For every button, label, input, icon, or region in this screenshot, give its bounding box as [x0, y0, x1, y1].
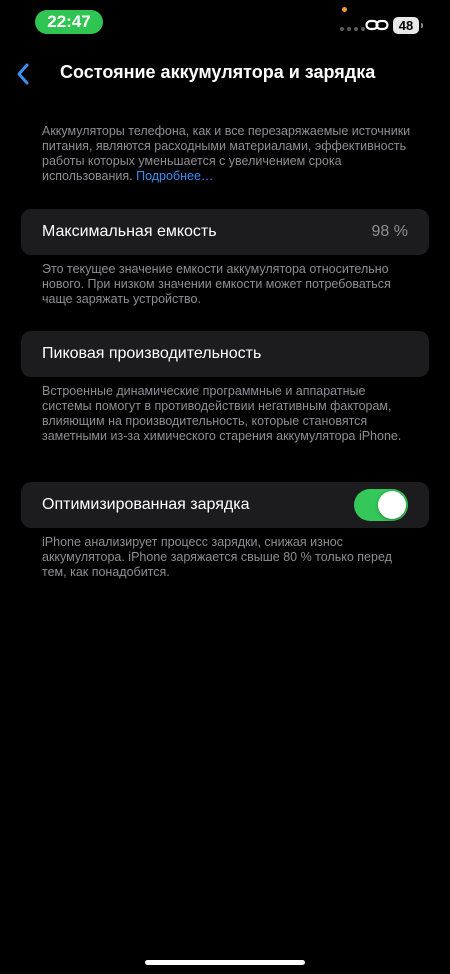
status-time[interactable]: 22:47: [35, 10, 103, 34]
back-button[interactable]: [8, 56, 38, 92]
max-capacity-label: Максимальная емкость: [42, 223, 217, 240]
learn-more-link[interactable]: Подробнее…: [136, 169, 213, 183]
chevron-left-icon: [17, 63, 29, 85]
toggle-knob: [378, 491, 406, 519]
optimized-charging-label: Оптимизированная зарядка: [42, 496, 250, 513]
max-capacity-row: Максимальная емкость 98 %: [21, 209, 429, 255]
privacy-indicator-dot: [342, 7, 347, 12]
page-title: Состояние аккумулятора и зарядка: [60, 62, 376, 82]
cellular-signal-icon: [340, 27, 365, 31]
navigation-bar: Состояние аккумулятора и зарядка: [0, 56, 450, 92]
intro-text: Аккумуляторы телефона, как и все перезар…: [42, 124, 411, 183]
home-indicator[interactable]: [145, 960, 305, 965]
peak-performance-label: Пиковая производительность: [42, 345, 262, 362]
personal-hotspot-link-icon: [365, 19, 389, 31]
max-capacity-value: 98 %: [371, 223, 408, 240]
optimized-charging-row: Оптимизированная зарядка: [21, 482, 429, 528]
max-capacity-footnote: Это текущее значение емкости аккумулятор…: [42, 262, 391, 306]
status-bar: 22:47 48: [0, 0, 450, 44]
peak-performance-row: Пиковая производительность: [21, 331, 429, 377]
peak-performance-footnote: Встроенные динамические программные и ап…: [42, 384, 402, 443]
intro-description: Аккумуляторы телефона, как и все перезар…: [42, 124, 417, 184]
optimized-charging-footnote: iPhone анализирует процесс зарядки, сниж…: [42, 535, 392, 579]
optimized-charging-toggle[interactable]: [354, 489, 408, 521]
battery-icon: 48: [393, 17, 423, 34]
